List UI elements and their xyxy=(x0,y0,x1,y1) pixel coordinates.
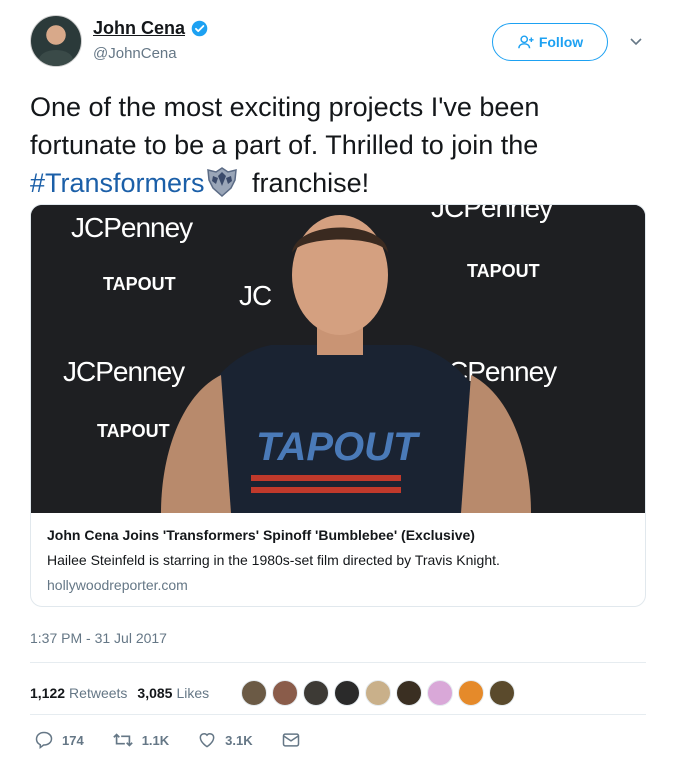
jcpenney-logo-text: JCPenney xyxy=(71,212,193,243)
shirt-stripe xyxy=(251,475,401,481)
tweet-text-part1: One of the most exciting projects I've b… xyxy=(30,92,540,160)
tweet-stats: 1,122 Retweets 3,085 Likes xyxy=(30,680,520,706)
liker-avatar[interactable] xyxy=(489,680,516,706)
liker-avatar[interactable] xyxy=(458,680,485,706)
hashtag-link[interactable]: #Transformers xyxy=(30,168,205,198)
link-card[interactable]: JCPenney JCPenney JC JCPenney JCPenney T… xyxy=(30,204,646,607)
liker-avatar[interactable] xyxy=(303,680,330,706)
jcpenney-logo-text: JCPenney xyxy=(431,205,553,223)
card-domain: hollywoodreporter.com xyxy=(47,577,188,593)
author-avatar[interactable] xyxy=(30,15,82,67)
card-title[interactable]: John Cena Joins 'Transformers' Spinoff '… xyxy=(47,527,631,543)
tweet-timestamp[interactable]: 1:37 PM - 31 Jul 2017 xyxy=(30,630,167,646)
card-description: Hailee Steinfeld is starring in the 1980… xyxy=(47,552,500,568)
tweet-text-part2: franchise! xyxy=(244,168,370,198)
tweet-actions: 174 1.1K 3.1K xyxy=(34,730,329,750)
like-count[interactable]: 3,085 xyxy=(137,685,172,701)
tweet-text: One of the most exciting projects I've b… xyxy=(30,88,650,202)
follow-button[interactable]: Follow xyxy=(492,23,608,61)
chevron-down-icon[interactable] xyxy=(628,33,644,49)
retweet-action-count: 1.1K xyxy=(141,732,170,748)
author-name[interactable]: John Cena xyxy=(93,18,185,39)
reply-button[interactable]: 174 xyxy=(34,730,84,750)
retweet-icon xyxy=(112,733,133,747)
retweet-label[interactable]: Retweets xyxy=(69,685,127,701)
like-label[interactable]: Likes xyxy=(176,685,209,701)
direct-message-button[interactable] xyxy=(281,731,301,749)
add-user-icon xyxy=(518,35,534,49)
liker-avatar[interactable] xyxy=(365,680,392,706)
liker-avatar[interactable] xyxy=(272,680,299,706)
divider xyxy=(30,662,646,663)
like-action-count: 3.1K xyxy=(225,732,253,748)
avatar-shirt xyxy=(39,50,73,66)
autobot-emoji-icon xyxy=(206,167,237,198)
shirt-logo-text: TAPOUT xyxy=(256,425,421,469)
envelope-icon xyxy=(282,733,299,747)
reply-count: 174 xyxy=(62,732,84,748)
tapout-logo-text: TAPOUT xyxy=(103,274,176,294)
divider xyxy=(30,714,646,715)
retweet-button[interactable]: 1.1K xyxy=(112,730,169,750)
verified-badge-icon xyxy=(191,20,208,37)
card-photo: JCPenney JCPenney JC JCPenney JCPenney T… xyxy=(31,205,645,513)
liker-avatar[interactable] xyxy=(241,680,268,706)
author-handle[interactable]: @JohnCena xyxy=(93,45,177,62)
heart-icon xyxy=(199,733,215,748)
liker-avatar[interactable] xyxy=(427,680,454,706)
jcpenney-logo-text: JC xyxy=(239,280,272,311)
author-name-row: John Cena xyxy=(93,18,208,39)
card-image: JCPenney JCPenney JC JCPenney JCPenney T… xyxy=(31,205,645,513)
follow-button-label: Follow xyxy=(538,34,584,50)
liker-avatar[interactable] xyxy=(334,680,361,706)
shirt-stripe xyxy=(251,487,401,493)
retweet-count[interactable]: 1,122 xyxy=(30,685,65,701)
tapout-logo-text: TAPOUT xyxy=(97,421,170,441)
liker-avatars xyxy=(241,680,520,706)
liker-avatar[interactable] xyxy=(396,680,423,706)
reply-icon xyxy=(35,731,53,749)
card-body: John Cena Joins 'Transformers' Spinoff '… xyxy=(47,527,631,593)
tapout-logo-text: TAPOUT xyxy=(467,261,540,281)
jcpenney-logo-text: JCPenney xyxy=(63,356,185,387)
like-button[interactable]: 3.1K xyxy=(197,730,253,750)
